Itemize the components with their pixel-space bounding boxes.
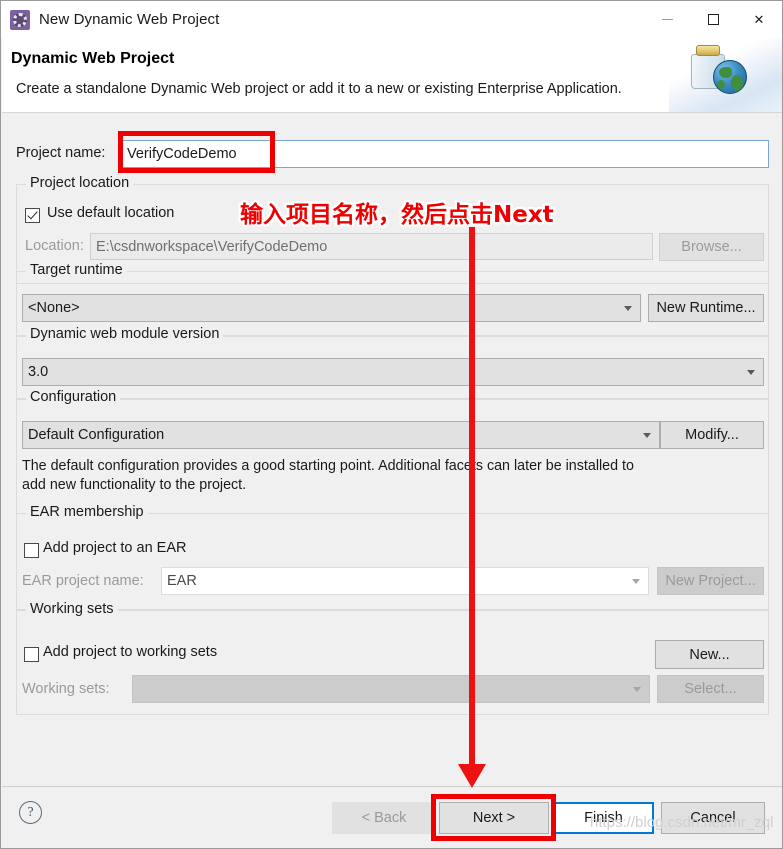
configuration-group: Configuration [16,389,769,514]
project-name-input[interactable] [121,140,769,168]
configuration-group-title: Configuration [26,389,121,405]
project-location-group-title: Project location [26,175,134,191]
add-project-to-ear-label: Add project to an EAR [43,540,187,556]
add-project-to-working-sets-label: Add project to working sets [43,644,218,660]
jar-lid [696,45,720,56]
globe-landmass [717,80,725,89]
maximize-icon [707,14,719,25]
page-title: Dynamic Web Project [11,50,175,67]
select-working-sets-button[interactable]: Select... [657,675,764,703]
ear-project-name-label: EAR project name: [22,573,144,589]
chevron-down-icon [747,370,755,375]
modify-configuration-button[interactable]: Modify... [660,421,764,449]
maximize-button[interactable] [690,1,736,38]
globe-landmass [719,67,732,78]
wizard-header: Dynamic Web Project Create a standalone … [2,38,782,112]
working-sets-label: Working sets: [22,681,110,697]
configuration-value: Default Configuration [28,427,165,443]
dialog-footer: ? < Back Next > Finish Cancel https://bl… [2,786,782,848]
back-button[interactable]: < Back [332,802,436,834]
next-button[interactable]: Next > [439,802,549,834]
dialog-window: New Dynamic Web Project ✕ Dynamic Web Pr… [0,0,783,849]
minimize-button[interactable] [644,1,690,38]
header-banner-image [669,38,782,112]
window-title: New Dynamic Web Project [39,11,220,28]
new-ear-project-button[interactable]: New Project... [657,567,764,595]
chevron-down-icon [633,687,641,692]
title-bar: New Dynamic Web Project ✕ [1,1,782,38]
wizard-body: Project name: Project location Use defau… [2,112,782,786]
ear-project-name-select[interactable]: EAR [161,567,649,595]
new-working-set-button[interactable]: New... [655,640,764,669]
minimize-icon [661,19,673,20]
new-runtime-button[interactable]: New Runtime... [648,294,764,322]
globe-landmass [731,75,743,91]
browse-button[interactable]: Browse... [659,233,764,261]
configuration-description-line2: add new functionality to the project. [22,477,247,493]
module-version-select[interactable]: 3.0 [22,358,764,386]
location-label: Location: [25,238,84,254]
chevron-down-icon [632,579,640,584]
globe-icon [713,60,747,94]
working-sets-group-title: Working sets [26,601,118,617]
project-name-label: Project name: [16,145,106,161]
help-icon[interactable]: ? [19,801,42,824]
location-input[interactable] [90,233,653,260]
ear-project-name-value: EAR [167,573,197,589]
ear-membership-group: EAR membership [16,504,769,610]
module-version-group-title: Dynamic web module version [26,326,224,342]
configuration-select[interactable]: Default Configuration [22,421,660,449]
page-description: Create a standalone Dynamic Web project … [16,81,622,97]
module-version-value: 3.0 [28,364,49,380]
use-default-location-label: Use default location [47,205,175,221]
chevron-down-icon [624,306,632,311]
target-runtime-select[interactable]: <None> [22,294,641,322]
cancel-button[interactable]: Cancel [661,802,765,834]
configuration-description-line1: The default configuration provides a goo… [22,458,634,474]
eclipse-wizard-icon [10,9,30,30]
add-project-to-working-sets-checkbox[interactable] [24,647,39,662]
close-button[interactable]: ✕ [736,1,782,38]
working-sets-select[interactable] [132,675,650,703]
window-controls: ✕ [644,1,782,38]
use-default-location-checkbox[interactable] [25,208,40,223]
chevron-down-icon [643,433,651,438]
target-runtime-value: <None> [28,300,80,316]
ear-membership-group-title: EAR membership [26,504,148,520]
add-project-to-ear-checkbox[interactable] [24,543,39,558]
target-runtime-group-title: Target runtime [26,262,127,278]
finish-button[interactable]: Finish [553,802,654,834]
close-icon: ✕ [753,11,765,27]
